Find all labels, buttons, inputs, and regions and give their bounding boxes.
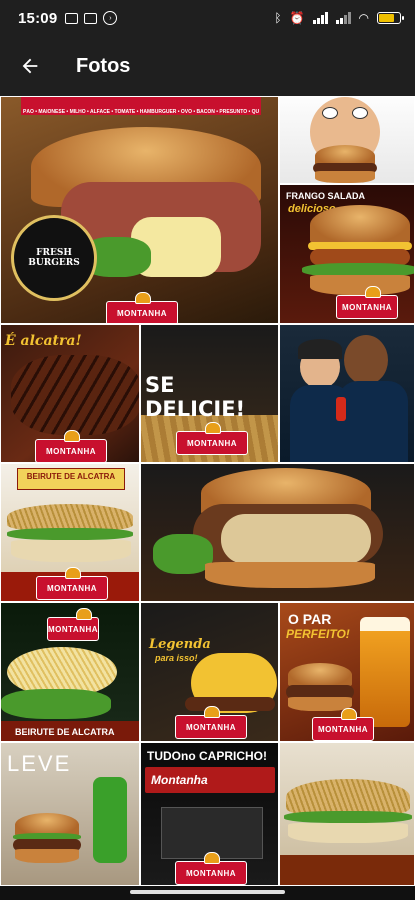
sync-icon: ›: [103, 11, 118, 25]
status-time: 15:09: [18, 9, 58, 27]
home-indicator[interactable]: [130, 890, 285, 894]
photo-brand: MONTANHA: [186, 438, 238, 448]
photo-caption: O PAR: [288, 611, 332, 627]
photo-subcaption: PERFEITO!: [286, 627, 350, 641]
battery-icon: [377, 12, 404, 24]
photo-caption: FRANGO SALADA: [286, 191, 365, 201]
photo-tile[interactable]: Legenda para isso! MONTANHA: [140, 602, 279, 742]
signal-icon: [312, 12, 328, 24]
photo-tile[interactable]: [279, 742, 415, 886]
arrow-left-icon: [22, 58, 38, 74]
photo-tile[interactable]: BEIRUTE DE ALCATRA MONTANHA: [0, 463, 140, 602]
wifi-icon: ◠: [358, 11, 369, 25]
app-notification-icon: [84, 12, 98, 24]
photo-caption: FRESH BURGERS: [28, 248, 80, 268]
photo-caption: SE DELICIE!: [145, 373, 246, 421]
photo-tile[interactable]: [279, 96, 415, 184]
photo-tile[interactable]: [279, 324, 415, 463]
photo-sign: Montanha: [151, 773, 208, 787]
photo-tile[interactable]: MONTANHA BEIRUTE DE ALCATRA: [0, 602, 140, 742]
photo-tile[interactable]: TUDO no CAPRICHO! Montanha MONTANHA: [140, 742, 279, 886]
photo-brand: MONTANHA: [185, 722, 237, 732]
photo-tile[interactable]: O PAR PERFEITO! MONTANHA: [279, 602, 415, 742]
photo-tile[interactable]: [140, 463, 415, 602]
photo-tile[interactable]: PÃO • MAIONESE • MILHO • ALFACE • TOMATE…: [0, 96, 279, 324]
notification-icon: [65, 12, 79, 24]
photo-topbar-text: PÃO • MAIONESE • MILHO • ALFACE • TOMATE…: [23, 109, 259, 115]
photo-brand: MONTANHA: [116, 308, 168, 318]
back-button[interactable]: [0, 36, 60, 96]
photo-brand: MONTANHA: [46, 583, 98, 593]
navigation-bar: [0, 886, 415, 900]
photo-tile[interactable]: LEVE: [0, 742, 140, 886]
page-title: Fotos: [76, 54, 131, 77]
photo-subcaption: no CAPRICHO!: [181, 749, 267, 763]
photo-caption: Legenda: [149, 637, 211, 652]
photo-grid: PÃO • MAIONESE • MILHO • ALFACE • TOMATE…: [0, 96, 415, 886]
photo-caption: É alcatra!: [5, 333, 82, 349]
photo-caption: BEIRUTE DE ALCATRA: [26, 472, 116, 481]
photo-tile[interactable]: É alcatra! MONTANHA: [0, 324, 140, 463]
alarm-icon: ⏰: [289, 11, 305, 25]
photo-brand: MONTANHA: [185, 868, 237, 878]
app-bar: Fotos: [0, 36, 415, 96]
photo-brand: MONTANHA: [47, 624, 99, 634]
photo-caption: BEIRUTE DE ALCATRA: [15, 727, 115, 737]
photo-subcaption: para isso!: [155, 653, 198, 663]
photo-tile[interactable]: SE DELICIE! MONTANHA: [140, 324, 279, 463]
photo-brand: MONTANHA: [45, 446, 97, 456]
photo-caption: TUDO: [147, 749, 181, 763]
photo-brand: MONTANHA: [317, 724, 369, 734]
signal-2-icon: [335, 12, 351, 24]
photo-tile[interactable]: FRANGO SALADA delicioso MONTANHA: [279, 184, 415, 324]
bluetooth-icon: ᛒ: [274, 11, 282, 25]
photo-caption: LEVE: [7, 751, 72, 776]
status-bar: 15:09 › ᛒ ⏰ ◠: [0, 0, 415, 36]
photo-brand: MONTANHA: [341, 302, 393, 312]
